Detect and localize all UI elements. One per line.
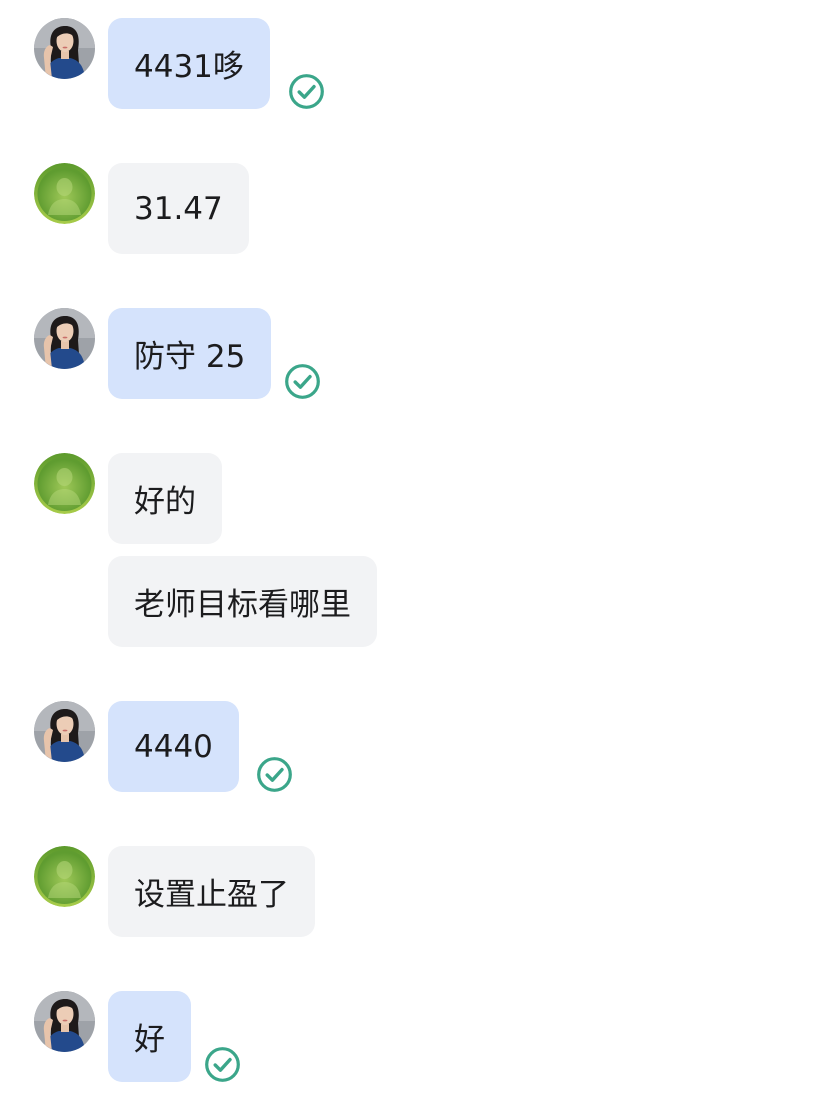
woman-avatar-image xyxy=(34,701,95,762)
receiver-avatar[interactable] xyxy=(34,163,95,224)
sender-avatar[interactable] xyxy=(34,701,95,762)
receiver-avatar[interactable] xyxy=(34,846,95,907)
message-text: 4440 xyxy=(134,728,213,765)
sender-avatar[interactable] xyxy=(34,991,95,1052)
woman-avatar-image xyxy=(34,308,95,369)
woman-avatar-image xyxy=(34,991,95,1052)
check-circle-icon xyxy=(284,363,321,400)
message-text: 设置止盈了 xyxy=(134,877,289,913)
message-text: 31.47 xyxy=(134,190,223,227)
green-user-avatar-image xyxy=(34,163,95,224)
sent-message-bubble[interactable]: 防守 25 xyxy=(108,308,272,399)
received-message-bubble[interactable]: 好的 xyxy=(108,453,222,544)
green-user-avatar-image xyxy=(34,846,95,907)
sent-message-bubble[interactable]: 4431哆 xyxy=(108,18,270,109)
received-message-bubble[interactable]: 设置止盈了 xyxy=(108,846,315,937)
check-circle-icon xyxy=(288,73,325,110)
received-message-bubble[interactable]: 31.47 xyxy=(108,163,249,254)
sender-avatar[interactable] xyxy=(34,308,95,369)
check-circle-icon xyxy=(256,756,293,793)
receiver-avatar[interactable] xyxy=(34,453,95,514)
message-text: 4431哆 xyxy=(134,49,244,85)
message-text: 防守 25 xyxy=(134,339,246,375)
sent-message-bubble[interactable]: 好 xyxy=(108,991,191,1082)
message-text: 好 xyxy=(134,1022,165,1058)
sender-avatar[interactable] xyxy=(34,18,95,79)
check-circle-icon xyxy=(204,1046,241,1083)
message-text: 好的 xyxy=(134,484,196,520)
woman-avatar-image xyxy=(34,18,95,79)
received-message-bubble[interactable]: 老师目标看哪里 xyxy=(108,556,377,647)
green-user-avatar-image xyxy=(34,453,95,514)
sent-message-bubble[interactable]: 4440 xyxy=(108,701,239,792)
message-text: 老师目标看哪里 xyxy=(134,587,351,623)
chat-thread: 4431哆 31.47 防守 25 好的 老师目标看哪里 4440 设置止盈了 … xyxy=(0,0,828,1097)
